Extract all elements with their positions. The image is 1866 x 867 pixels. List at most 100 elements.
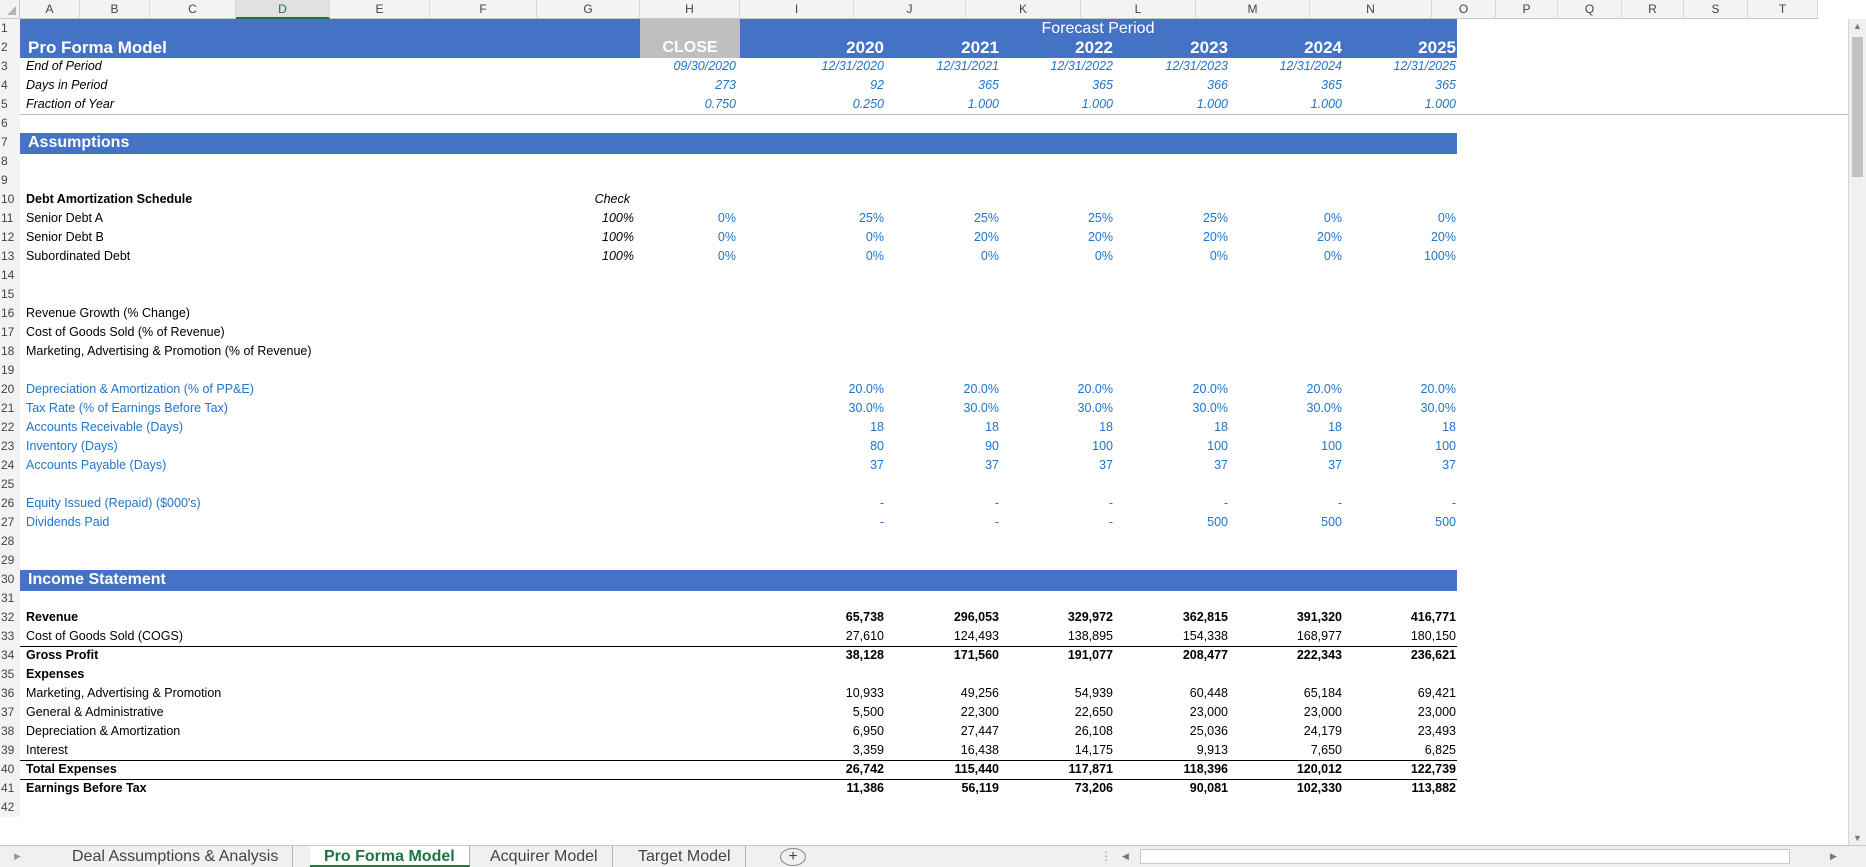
column-header-a[interactable]: A (20, 0, 80, 19)
is-value[interactable]: 6,825 (1356, 741, 1456, 760)
period-close-value[interactable]: 09/30/2020 (636, 57, 736, 76)
row-header[interactable]: 41 (0, 779, 20, 798)
debt-value[interactable]: 0% (1356, 209, 1456, 228)
column-header-i[interactable]: I (740, 0, 854, 19)
is-value[interactable]: 22,650 (1013, 703, 1113, 722)
row-header[interactable]: 8 (0, 152, 20, 171)
debt-value[interactable]: 20% (1013, 228, 1113, 247)
period-value[interactable]: 12/31/2020 (784, 57, 884, 76)
row-header[interactable]: 6 (0, 114, 20, 133)
row-header[interactable]: 11 (0, 209, 20, 228)
is-value[interactable]: 171,560 (899, 646, 999, 665)
is-value[interactable]: 23,000 (1128, 703, 1228, 722)
driver-value[interactable]: 30.0% (899, 399, 999, 418)
row-header[interactable]: 14 (0, 266, 20, 285)
is-value[interactable]: 124,493 (899, 627, 999, 646)
driver-value[interactable]: 30.0% (784, 399, 884, 418)
row-header[interactable]: 20 (0, 380, 20, 399)
is-value[interactable]: 222,343 (1242, 646, 1342, 665)
period-value[interactable]: 12/31/2024 (1242, 57, 1342, 76)
is-value[interactable]: 27,610 (784, 627, 884, 646)
column-header-t[interactable]: T (1748, 0, 1818, 19)
row-header[interactable]: 22 (0, 418, 20, 437)
debt-value[interactable]: 100% (1356, 247, 1456, 266)
is-value[interactable]: 90,081 (1128, 779, 1228, 798)
period-value[interactable]: 12/31/2022 (1013, 57, 1113, 76)
debt-value[interactable]: 0% (1242, 209, 1342, 228)
row-header[interactable]: 42 (0, 798, 20, 817)
row-header[interactable]: 34 (0, 646, 20, 665)
is-value[interactable]: 191,077 (1013, 646, 1113, 665)
debt-value[interactable]: 25% (899, 209, 999, 228)
driver-value[interactable]: 100 (1013, 437, 1113, 456)
is-value[interactable]: 296,053 (899, 608, 999, 627)
row-header[interactable]: 30 (0, 570, 20, 589)
row-header[interactable]: 27 (0, 513, 20, 532)
is-value[interactable]: 65,738 (784, 608, 884, 627)
row-header[interactable]: 21 (0, 399, 20, 418)
driver-value[interactable]: 37 (1356, 456, 1456, 475)
period-value[interactable]: 1.000 (1128, 95, 1228, 114)
column-header-h[interactable]: H (640, 0, 740, 19)
debt-value[interactable]: 25% (784, 209, 884, 228)
driver-value[interactable]: 100 (1242, 437, 1342, 456)
equity-value[interactable]: - (899, 494, 999, 513)
spreadsheet-grid[interactable]: A B C D E F G H I J K L M N O P Q R S T 1 2 3 4 5 6 7 8 9 10 11 12 13 14 1… (0, 0, 1866, 867)
is-value[interactable]: 14,175 (1013, 741, 1113, 760)
period-value[interactable]: 365 (1242, 76, 1342, 95)
row-header[interactable]: 18 (0, 342, 20, 361)
is-value[interactable]: 391,320 (1242, 608, 1342, 627)
row-header[interactable]: 23 (0, 437, 20, 456)
driver-value[interactable]: 37 (899, 456, 999, 475)
equity-value[interactable]: - (899, 513, 999, 532)
is-value[interactable]: 118,396 (1128, 760, 1229, 779)
is-value[interactable]: 362,815 (1128, 608, 1228, 627)
column-header-o[interactable]: O (1432, 0, 1496, 19)
is-value[interactable]: 329,972 (1013, 608, 1113, 627)
equity-value[interactable]: 500 (1356, 513, 1456, 532)
driver-value[interactable]: 20.0% (1242, 380, 1342, 399)
row-header[interactable]: 4 (0, 76, 20, 95)
tab-acquirer-model[interactable]: Acquirer Model (476, 846, 613, 867)
is-value[interactable]: 49,256 (899, 684, 999, 703)
row-header[interactable]: 36 (0, 684, 20, 703)
driver-value[interactable]: 30.0% (1242, 399, 1342, 418)
period-value[interactable]: 365 (899, 76, 999, 95)
scroll-down-icon[interactable]: ▼ (1853, 833, 1862, 843)
is-value[interactable]: 122,739 (1356, 760, 1456, 779)
row-header[interactable]: 24 (0, 456, 20, 475)
driver-value[interactable]: 37 (1013, 456, 1113, 475)
is-value[interactable]: 23,493 (1356, 722, 1456, 741)
period-value[interactable]: 1.000 (1356, 95, 1456, 114)
is-value[interactable]: 168,977 (1242, 627, 1342, 646)
equity-value[interactable]: 500 (1242, 513, 1342, 532)
is-value[interactable]: 416,771 (1356, 608, 1456, 627)
is-value[interactable]: 11,386 (784, 779, 884, 798)
driver-value[interactable]: 18 (1013, 418, 1113, 437)
column-header-r[interactable]: R (1622, 0, 1684, 19)
is-value[interactable]: 10,933 (784, 684, 884, 703)
is-value[interactable]: 65,184 (1242, 684, 1342, 703)
equity-value[interactable]: - (1128, 494, 1228, 513)
debt-value[interactable]: 0% (784, 228, 884, 247)
debt-close-value[interactable]: 0% (636, 209, 736, 228)
equity-value[interactable]: - (1242, 494, 1342, 513)
column-header-q[interactable]: Q (1558, 0, 1622, 19)
driver-value[interactable]: 37 (784, 456, 884, 475)
tab-target-model[interactable]: Target Model (624, 846, 746, 867)
debt-close-value[interactable]: 0% (636, 247, 736, 266)
is-value[interactable]: 117,871 (1013, 760, 1114, 779)
is-value[interactable]: 16,438 (899, 741, 999, 760)
debt-value[interactable]: 20% (1356, 228, 1456, 247)
row-header[interactable]: 9 (0, 171, 20, 190)
row-header[interactable]: 32 (0, 608, 20, 627)
debt-value[interactable]: 20% (1128, 228, 1228, 247)
is-value[interactable]: 115,440 (899, 760, 1000, 779)
column-header-n[interactable]: N (1310, 0, 1432, 19)
is-value[interactable]: 60,448 (1128, 684, 1228, 703)
row-header[interactable]: 15 (0, 285, 20, 304)
is-value[interactable]: 26,742 (784, 760, 884, 779)
debt-close-value[interactable]: 0% (636, 228, 736, 247)
row-header[interactable]: 35 (0, 665, 20, 684)
is-value[interactable]: 23,000 (1242, 703, 1342, 722)
